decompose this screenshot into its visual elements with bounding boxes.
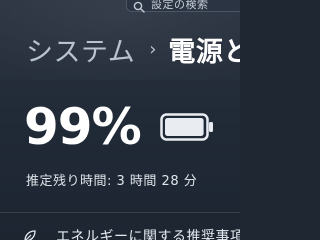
search-input[interactable]: 設定の検索 bbox=[126, 0, 240, 13]
search-icon bbox=[133, 0, 145, 13]
battery-icon bbox=[160, 113, 213, 141]
breadcrumb-system-link[interactable]: システム bbox=[26, 30, 135, 69]
section-divider bbox=[0, 212, 240, 213]
settings-window: 設定の検索 システム › 電源とバ 99% 推定残り時間: 3 時間 28 分 … bbox=[0, 0, 240, 240]
leaf-icon bbox=[24, 230, 36, 240]
energy-recommendations-item[interactable]: エネルギーに関する推奨事項 bbox=[56, 226, 240, 240]
battery-level-fill bbox=[165, 118, 204, 136]
page-title: 電源とバ bbox=[168, 37, 240, 68]
estimated-time-remaining: 推定残り時間: 3 時間 28 分 bbox=[26, 174, 198, 189]
battery-percentage: 99% bbox=[24, 98, 142, 156]
search-placeholder: 設定の検索 bbox=[151, 0, 209, 11]
breadcrumb-separator: › bbox=[149, 39, 157, 60]
breadcrumb: システム › 電源とバ bbox=[26, 30, 240, 69]
